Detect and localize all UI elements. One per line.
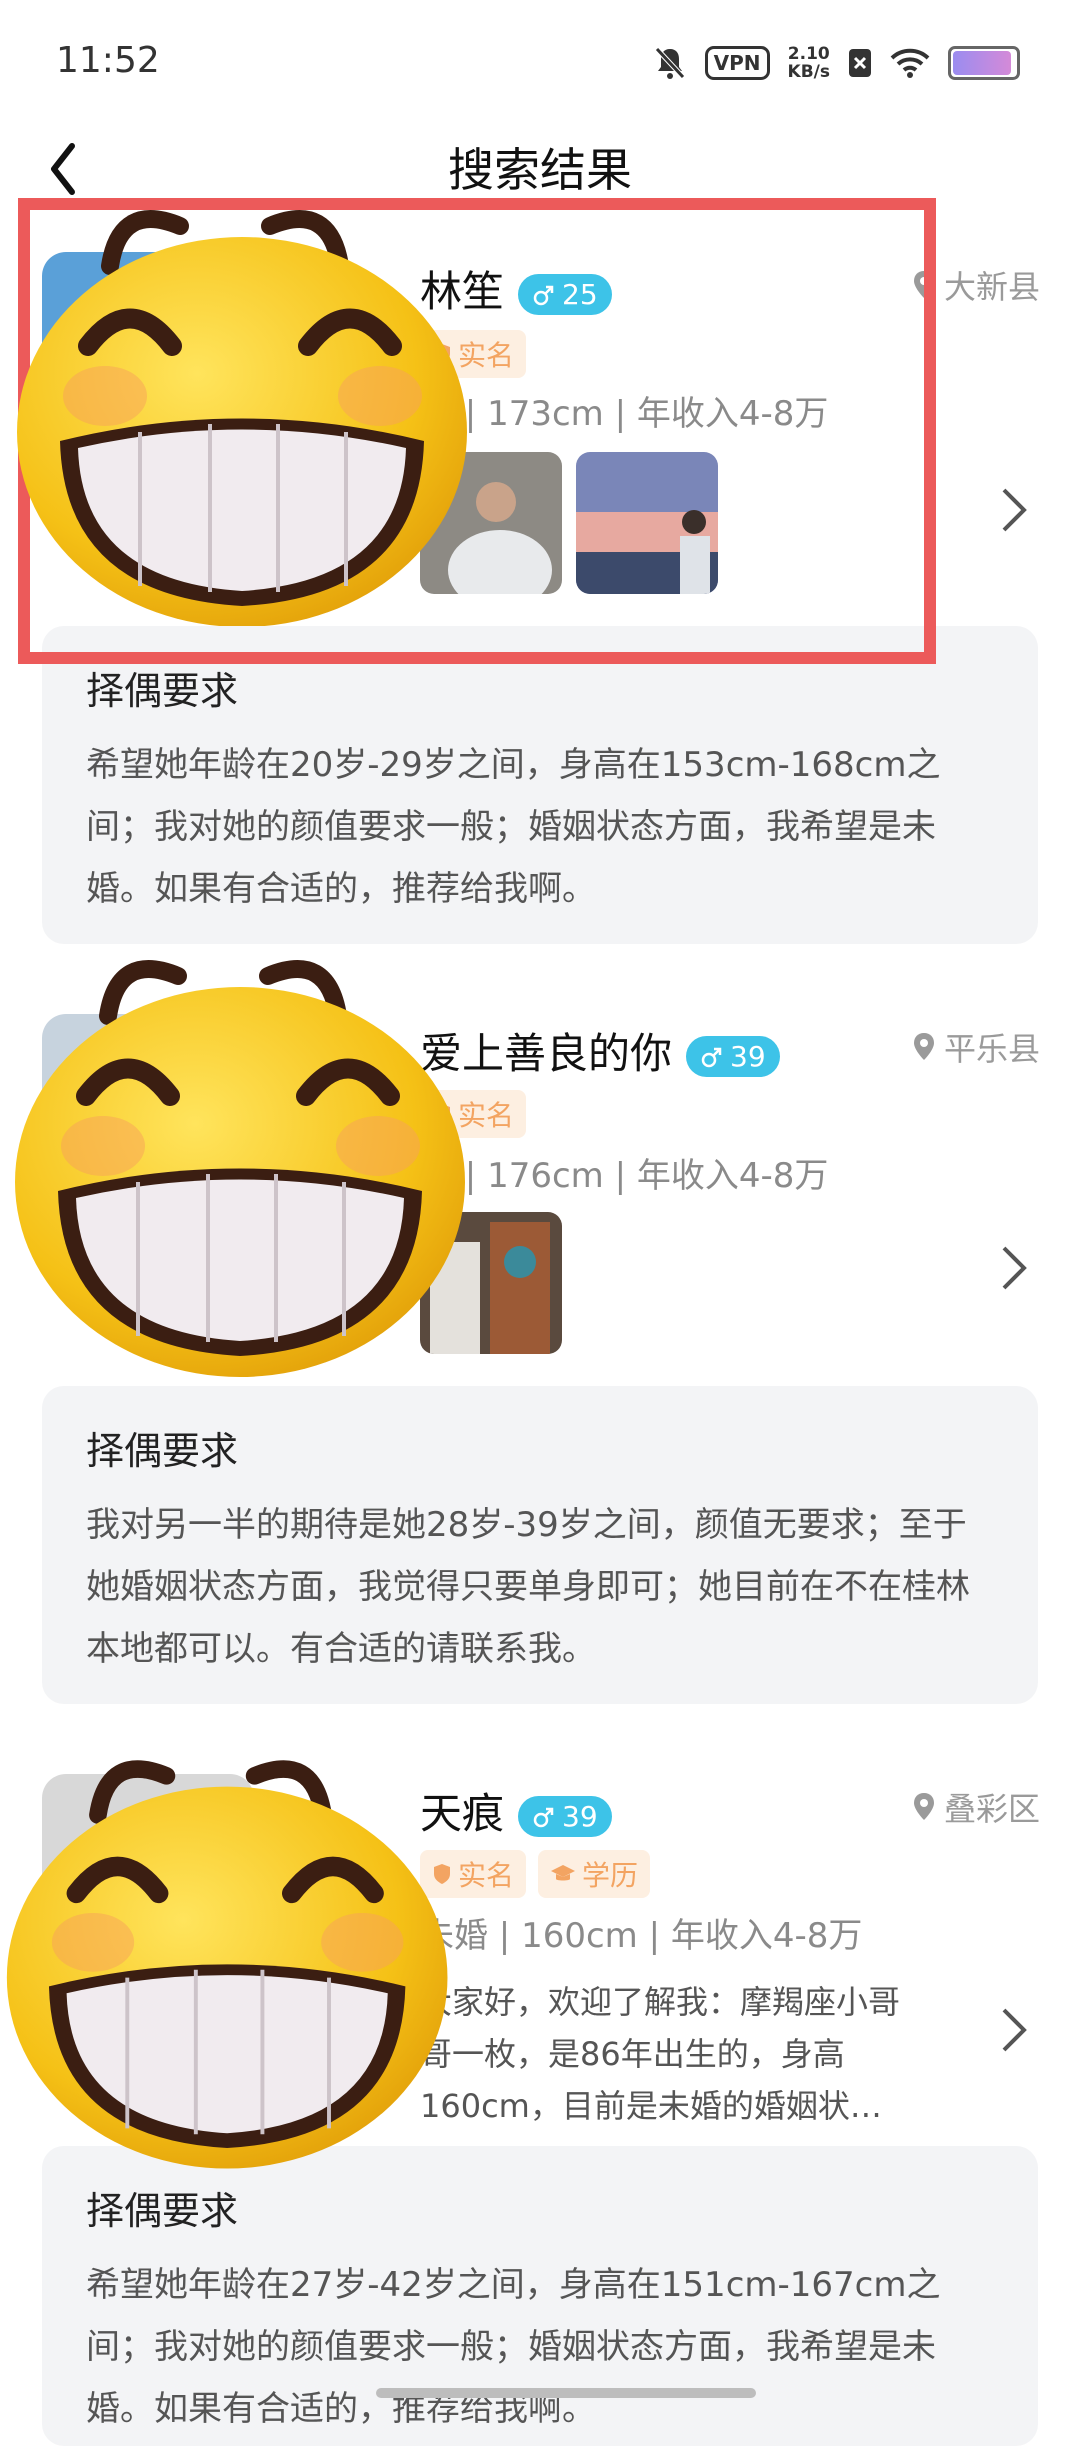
partner-requirements: 择偶要求 我对另一半的期待是她28岁-39岁之间，颜值无要求；至于她婚姻状态方面… xyxy=(42,1386,1038,1704)
partner-requirements: 择偶要求 希望她年龄在20岁-29岁之间，身高在153cm-168cm之间；我对… xyxy=(42,626,1038,944)
self-introduction: 大家好，欢迎了解我：摩羯座小哥哥一枚，是86年出生的，身高160cm，目前是未婚… xyxy=(420,1983,901,2125)
male-icon xyxy=(533,1807,554,1827)
vpn-icon: VPN xyxy=(704,46,770,80)
wifi-icon xyxy=(890,48,930,78)
location-pin-icon xyxy=(913,1033,934,1060)
chevron-right-icon[interactable] xyxy=(992,2000,1036,2060)
graduation-cap-icon xyxy=(551,1865,576,1881)
age-badge: 39 xyxy=(518,1796,612,1837)
male-icon xyxy=(701,1047,722,1067)
bell-off-icon xyxy=(654,47,685,79)
chevron-right-icon[interactable] xyxy=(992,1238,1036,1298)
sim-x-icon xyxy=(849,49,871,77)
requirements-text: 希望她年龄在27岁-42岁之间，身高在151cm-167cm之间；我对她的颜值要… xyxy=(86,2265,941,2429)
status-icons: VPN 2.10 KB/s xyxy=(653,40,1020,86)
requirements-text: 希望她年龄在20岁-29岁之间，身高在153cm-168cm之间；我对她的颜值要… xyxy=(86,745,941,909)
requirements-title: 择偶要求 xyxy=(86,669,239,713)
battery-icon xyxy=(948,46,1020,80)
network-speed: 2.10 KB/s xyxy=(787,44,830,82)
location-pin-icon xyxy=(913,1793,934,1820)
grinning-face-emoji-icon xyxy=(17,210,467,626)
page-title: 搜索结果 xyxy=(448,143,632,197)
requirements-title: 择偶要求 xyxy=(86,1429,239,1473)
profile-info: 未婚 | 160cm | 年收入4-8万 xyxy=(420,1916,863,1956)
home-indicator[interactable] xyxy=(376,2388,756,2398)
location: 叠彩区 xyxy=(912,1784,1040,1830)
age-badge: 39 xyxy=(686,1036,780,1077)
tag-education: 学历 xyxy=(538,1850,651,1898)
grinning-face-emoji-icon xyxy=(6,1760,448,2169)
requirements-text: 我对另一半的期待是她28岁-39岁之间，颜值无要求；至于她婚姻状态方面，我觉得只… xyxy=(86,1505,970,1669)
chevron-right-icon[interactable] xyxy=(992,480,1036,540)
grinning-face-emoji-icon xyxy=(15,960,465,1377)
status-time: 11:52 xyxy=(56,40,160,81)
status-bar: 11:52 VPN 2.10 KB/s xyxy=(0,0,1080,124)
location: 平乐县 xyxy=(912,1024,1040,1070)
